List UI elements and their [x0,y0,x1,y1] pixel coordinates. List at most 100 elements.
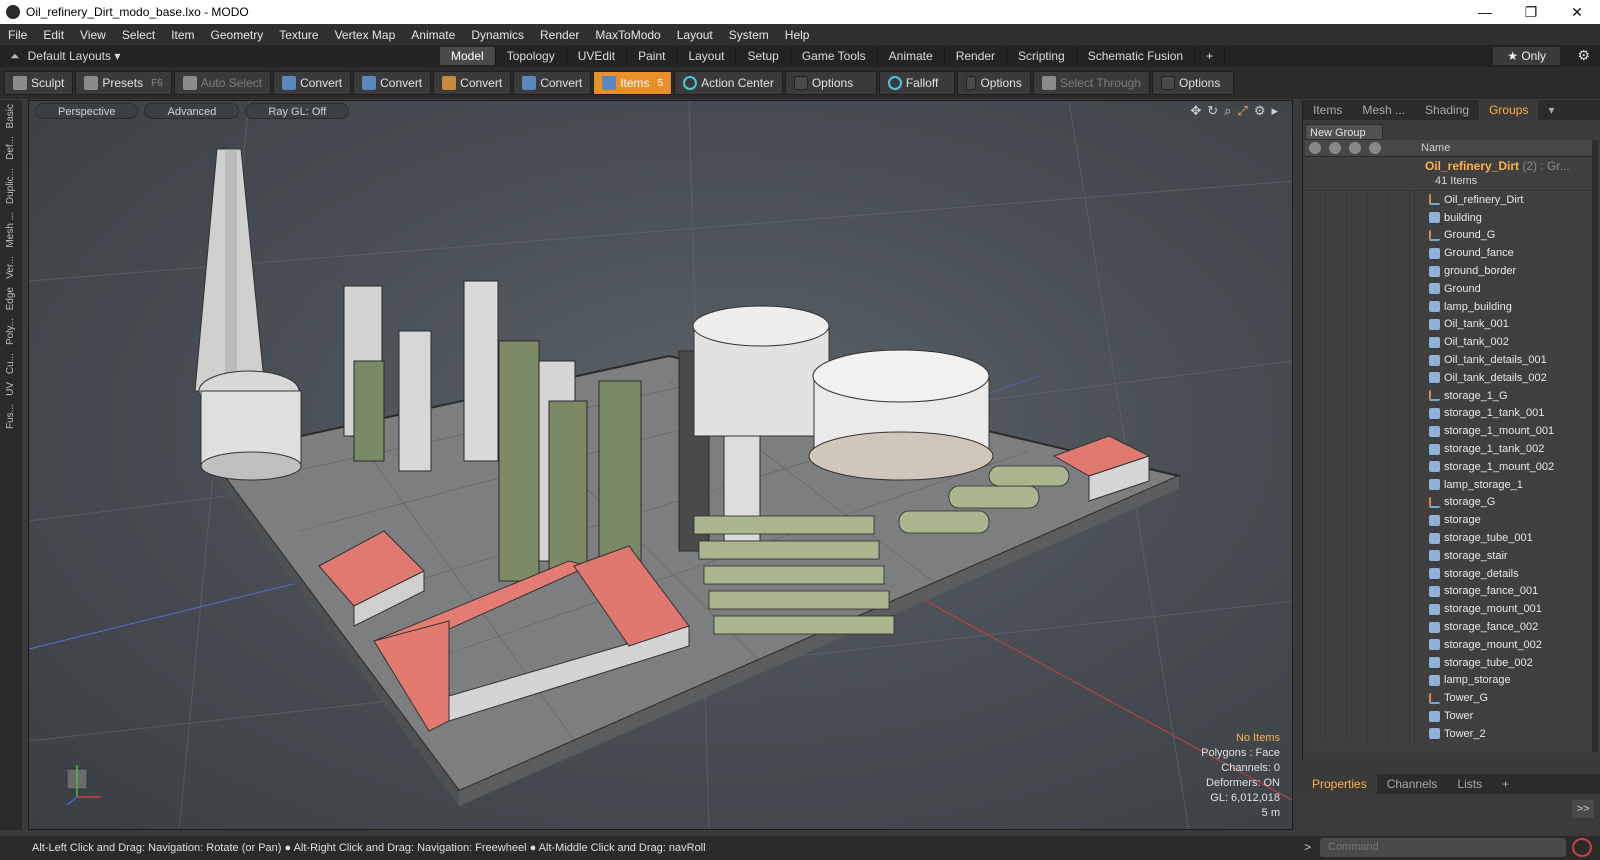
tree-item-row[interactable]: Tower_2 [1305,724,1595,743]
tab-scripting[interactable]: Scripting [1007,47,1077,65]
visibility-cells[interactable] [1305,546,1415,565]
tab-lists[interactable]: Lists [1447,777,1492,791]
viewport-gear-icon[interactable]: ⚙ [1254,103,1266,119]
tree-item-row[interactable]: storage_G [1305,493,1595,512]
add-props-tab-button[interactable]: + [1492,777,1519,791]
left-tab-duplicate[interactable]: Duplic... [5,164,16,208]
tree-item-row[interactable]: storage_1_mount_002 [1305,457,1595,476]
tree-item-row[interactable]: Tower_G [1305,689,1595,708]
minimize-button[interactable]: — [1462,0,1508,24]
visibility-cells[interactable] [1305,475,1415,494]
expand-button[interactable]: >> [1572,800,1594,818]
visibility-cells[interactable] [1305,279,1415,298]
menu-render[interactable]: Render [532,28,587,42]
3d-viewport[interactable]: Perspective Advanced Ray GL: Off ✥ ↻ ⌕ ⤢… [28,100,1293,830]
pan-icon[interactable]: ✥ [1190,103,1201,119]
tree-item-row[interactable]: Oil_tank_002 [1305,333,1595,352]
convert-materials-button[interactable]: Convert [513,71,592,95]
tree-item-row[interactable]: ground_border [1305,262,1595,280]
tab-paint[interactable]: Paint [627,47,678,65]
tab-channels[interactable]: Channels [1377,777,1448,791]
tab-shading[interactable]: Shading [1415,100,1479,120]
menu-edit[interactable]: Edit [35,28,72,42]
falloff-button[interactable]: Falloff [878,71,955,95]
tree-item-row[interactable]: lamp_building [1305,297,1595,316]
panel-menu-icon[interactable]: ▾ [1538,100,1564,120]
visibility-cells[interactable] [1305,635,1415,654]
left-tab-deform[interactable]: Def... [5,132,16,164]
render-icon[interactable] [1329,142,1341,154]
view-type-dropdown[interactable]: Perspective [35,103,139,119]
left-tab-mesh[interactable]: Mesh ... [5,208,16,252]
maximize-icon[interactable]: ⤢ [1237,103,1247,119]
visibility-cells[interactable] [1305,440,1415,458]
tree-item-row[interactable]: lamp_storage [1305,671,1595,690]
tab-model[interactable]: Model [440,47,496,65]
auto-select-button[interactable]: Auto Select [173,71,272,95]
tree-item-row[interactable]: storage [1305,511,1595,530]
lock-icon[interactable] [1349,142,1361,154]
menu-file[interactable]: File [0,28,35,42]
tree-item-row[interactable]: lamp_storage_1 [1305,475,1595,494]
tree-item-row[interactable]: Oil_tank_001 [1305,315,1595,334]
tree-item-row[interactable]: storage_1_tank_002 [1305,440,1595,458]
menu-geometry[interactable]: Geometry [203,28,272,42]
left-tab-basic[interactable]: Basic [5,100,16,132]
tab-mesh[interactable]: Mesh ... [1352,100,1415,120]
left-tab-fusion[interactable]: Fus... [5,400,16,433]
left-tab-curve[interactable]: Cu... [5,349,16,378]
left-tab-vertex[interactable]: Ver... [5,252,16,283]
menu-help[interactable]: Help [777,28,818,42]
visibility-cells[interactable] [1305,244,1415,263]
tree-item-row[interactable]: Ground [1305,279,1595,298]
tree-item-row[interactable]: Oil_tank_details_001 [1305,351,1595,369]
left-tab-edge[interactable]: Edge [5,283,16,314]
tree-item-row[interactable]: Oil_tank_details_002 [1305,368,1595,387]
tree-item-row[interactable]: Ground_G [1305,226,1595,245]
tree-item-row[interactable]: Ground_fance [1305,244,1595,263]
convert-vertices-button[interactable]: Convert [273,71,352,95]
command-input[interactable] [1320,838,1566,857]
falloff-options-button[interactable]: Options [956,71,1031,95]
menu-texture[interactable]: Texture [271,28,326,42]
visibility-cells[interactable] [1305,724,1415,743]
visibility-cells[interactable] [1305,208,1415,227]
action-center-button[interactable]: Action Center [674,71,783,95]
tab-properties[interactable]: Properties [1302,774,1377,794]
command-history-button[interactable] [1572,838,1592,857]
visibility-cells[interactable] [1305,511,1415,530]
layout-up-icon[interactable]: ⏶ [10,49,20,64]
new-group-button[interactable]: New Group [1305,124,1383,140]
tab-items[interactable]: Items [1303,100,1352,120]
layout-selector[interactable]: ⏶ Default Layouts ▾ [0,49,440,64]
rotate-icon[interactable]: ↻ [1207,103,1218,119]
tree-scrollbar[interactable] [1592,140,1598,752]
visibility-cells[interactable] [1305,653,1415,672]
tree-item-row[interactable]: storage_1_tank_001 [1305,404,1595,423]
name-column-header[interactable]: Name [1421,142,1450,154]
tab-layout[interactable]: Layout [677,47,737,65]
tree-item-row[interactable]: storage_stair [1305,546,1595,565]
menu-layout[interactable]: Layout [669,28,721,42]
visibility-cells[interactable] [1305,226,1415,245]
tree-item-row[interactable]: Tower [1305,707,1595,725]
visibility-cells[interactable] [1305,297,1415,316]
visibility-cells[interactable] [1305,262,1415,280]
visibility-cells[interactable] [1305,493,1415,512]
visibility-cells[interactable] [1305,404,1415,423]
group-row[interactable]: Oil_refinery_Dirt (2) : Gr... 41 Items [1305,157,1595,191]
select-through-button[interactable]: Select Through [1032,71,1150,95]
visibility-cells[interactable] [1305,689,1415,708]
gear-icon[interactable]: ⚙ [1577,47,1590,64]
select-options-button[interactable]: Options [1152,71,1234,95]
sculpt-button[interactable]: Sculpt [4,71,74,95]
menu-vertex-map[interactable]: Vertex Map [327,28,404,42]
viewport-menu-arrow-icon[interactable]: ▸ [1271,103,1278,119]
visibility-cells[interactable] [1305,707,1415,725]
tab-game-tools[interactable]: Game Tools [791,47,878,65]
action-center-options-button[interactable]: Options [784,71,877,95]
tree-item-row[interactable]: building [1305,208,1595,227]
only-toggle[interactable]: ★ Only [1493,47,1560,65]
restore-button[interactable]: ❐ [1508,0,1554,24]
tab-schematic-fusion[interactable]: Schematic Fusion [1077,47,1196,65]
